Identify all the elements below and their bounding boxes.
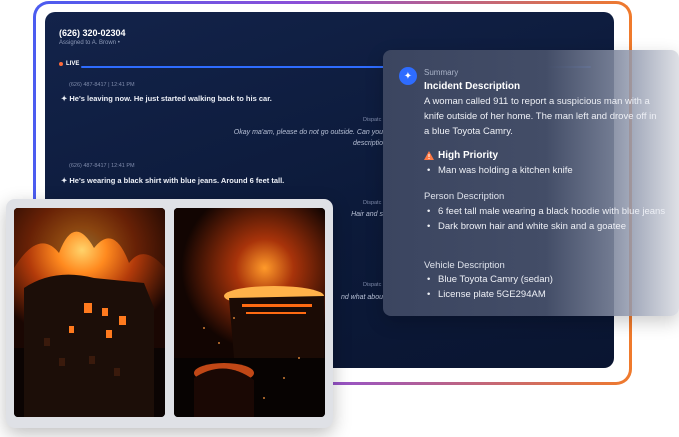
dispatcher-message: Okay ma'am, please do not go outside. Ca… (233, 129, 383, 136)
fire-photo-2[interactable] (174, 208, 325, 417)
priority-list: Man was holding a kitchen knife (424, 164, 669, 179)
summary-label: Summary (424, 68, 459, 77)
photo-card (6, 199, 333, 428)
dispatcher-label: Dispatc (363, 282, 382, 288)
caller-message: ✦ He's leaving now. He just started walk… (61, 94, 272, 103)
person-heading: Person Description (424, 191, 505, 202)
vehicle-list: Blue Toyota Camry (sedan) License plate … (424, 273, 669, 303)
priority-heading: High Priority (424, 150, 498, 161)
live-dot-icon (59, 62, 63, 66)
list-item: Dark brown hair and white skin and a goa… (424, 220, 669, 234)
assigned-to-label: Assigned to A. Brown • (59, 40, 120, 46)
list-item: License plate 5GE294AM (424, 288, 669, 302)
list-item: Blue Toyota Camry (sedan) (424, 273, 669, 287)
dispatcher-label: Dispatc (363, 200, 382, 206)
list-item: 6 feet tall male wearing a black hoodie … (424, 205, 669, 219)
priority-label: High Priority (438, 150, 499, 161)
transcript-meta: (626) 487-8417 | 12:41 PM (69, 82, 135, 88)
fire-photo-1[interactable] (14, 208, 165, 417)
summary-card: ✦ Summary Incident Description A woman c… (383, 50, 679, 316)
fire-photo-2-image (174, 208, 325, 417)
incident-description: A woman called 911 to report a suspiciou… (424, 96, 657, 137)
incident-title: Incident Description (424, 81, 521, 92)
person-list: 6 feet tall male wearing a black hoodie … (424, 205, 669, 235)
transcript-meta: (626) 487-8417 | 12:41 PM (69, 163, 135, 169)
warning-icon (424, 151, 434, 160)
caller-message-text: He's leaving now. He just started walkin… (69, 94, 272, 103)
dispatcher-label: Dispatc (363, 117, 382, 123)
caller-message-text: He's wearing a black shirt with blue jea… (69, 176, 285, 185)
live-label: LIVE (66, 61, 80, 67)
vehicle-heading: Vehicle Description (424, 260, 505, 271)
caller-phone-number: (626) 320-02304 (59, 28, 126, 38)
dispatcher-message-continued: descriptio (353, 140, 383, 147)
fire-photo-1-image (14, 208, 165, 417)
sparkle-icon: ✦ (399, 67, 417, 85)
live-badge: LIVE (59, 61, 79, 67)
caller-message: ✦ He's wearing a black shirt with blue j… (61, 176, 284, 185)
list-item: Man was holding a kitchen knife (424, 164, 669, 178)
